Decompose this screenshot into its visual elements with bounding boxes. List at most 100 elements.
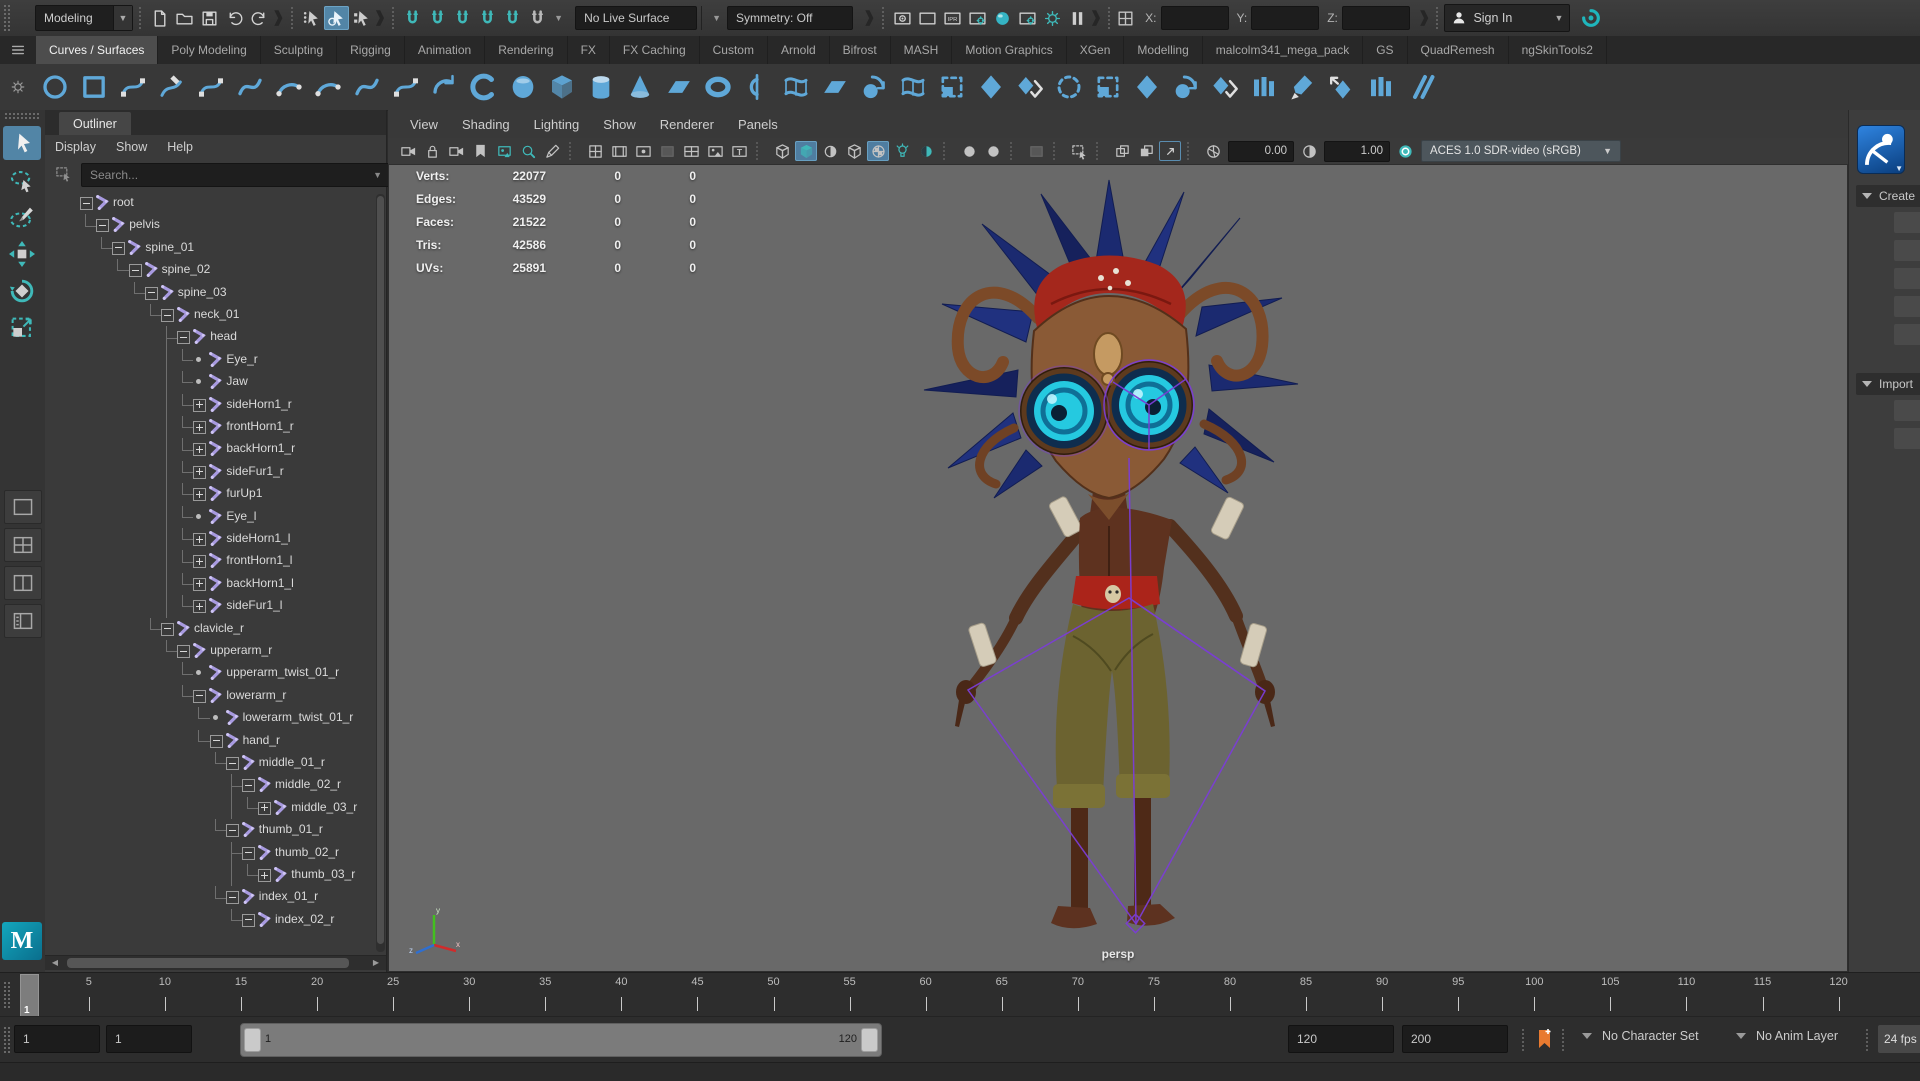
viewport-canvas[interactable]: Verts: 22077 0 0 Edges: 43529 0 0 Faces: 21522 0 0 T…: [388, 164, 1848, 972]
tree-row[interactable]: furUp1: [45, 483, 386, 506]
move-tool[interactable]: [3, 237, 41, 271]
range-start-handle[interactable]: [244, 1028, 261, 1052]
tree-row[interactable]: neck_01: [45, 304, 386, 326]
multisample-icon[interactable]: [1025, 141, 1047, 161]
tree-expand-icon[interactable]: [193, 533, 207, 546]
tree-row[interactable]: root: [45, 192, 386, 214]
tree-row[interactable]: lowerarm_r: [45, 684, 386, 707]
snap-curve-icon[interactable]: [425, 6, 450, 30]
tree-expand-icon[interactable]: [258, 869, 272, 882]
render-view-icon[interactable]: [890, 6, 915, 30]
component-grid-icon[interactable]: [1116, 9, 1135, 28]
tree-row[interactable]: pelvis: [45, 214, 386, 236]
tree-row[interactable]: frontHorn1_r: [45, 416, 386, 439]
viewport-menu-lighting[interactable]: Lighting: [522, 117, 592, 132]
bounding-box-icon[interactable]: [819, 141, 841, 161]
tree-expand-icon[interactable]: [193, 555, 207, 569]
gamma-icon[interactable]: [1298, 141, 1320, 161]
tree-collapse-icon[interactable]: [225, 757, 239, 770]
bezier-curve-tool-icon[interactable]: [231, 68, 269, 106]
tree-collapse-icon[interactable]: [209, 734, 223, 748]
tree-collapse-icon[interactable]: [225, 824, 239, 838]
outliner-hscrollbar[interactable]: ◀ ▶: [45, 955, 386, 970]
tree-collapse-icon[interactable]: [80, 197, 93, 210]
revolve-icon[interactable]: [738, 68, 776, 106]
tree-expand-icon[interactable]: [193, 398, 207, 412]
grease-pencil-icon[interactable]: [541, 141, 563, 161]
tree-row[interactable]: upperarm_twist_01_r: [45, 662, 386, 684]
shelf-tab-animation[interactable]: Animation: [405, 36, 486, 64]
xray-icon[interactable]: [1111, 141, 1133, 161]
tree-row[interactable]: Jaw: [45, 371, 386, 394]
gate-mask-icon[interactable]: [656, 141, 678, 161]
viewport-menu-show[interactable]: Show: [591, 117, 648, 132]
field-chart-icon[interactable]: [680, 141, 702, 161]
nurbs-cylinder-icon[interactable]: [582, 68, 620, 106]
bookmark-add-icon[interactable]: [1536, 1027, 1554, 1051]
undo-icon[interactable]: [222, 6, 247, 30]
panel-button[interactable]: [1894, 400, 1920, 421]
character-set-dropdown[interactable]: No Character Set: [1602, 1029, 1699, 1043]
rebuild-surface-icon[interactable]: [1362, 68, 1400, 106]
shelf-tab-poly-modeling[interactable]: Poly Modeling: [158, 36, 261, 64]
boundary-icon[interactable]: [933, 68, 971, 106]
outliner-menu-display[interactable]: Display: [45, 140, 106, 154]
tree-expand-icon[interactable]: [193, 488, 207, 502]
tree-row[interactable]: thumb_02_r: [45, 841, 386, 864]
shelf-tab-fx-caching[interactable]: FX Caching: [610, 36, 700, 64]
section-header-import[interactable]: Import: [1856, 373, 1920, 395]
booleans-icon[interactable]: [1401, 68, 1439, 106]
panel-button[interactable]: [1894, 296, 1920, 317]
birail-icon[interactable]: [894, 68, 932, 106]
shelf-tab-gs[interactable]: GS: [1363, 36, 1408, 64]
ep-curve-tool-icon[interactable]: [192, 68, 230, 106]
gamma-field[interactable]: 1.00: [1324, 140, 1390, 162]
safe-title-icon[interactable]: T: [728, 141, 750, 161]
character-set-caret[interactable]: [1582, 1033, 1592, 1039]
shelf-tab-motion-graphics[interactable]: Motion Graphics: [952, 36, 1067, 64]
tree-row[interactable]: clavicle_r: [45, 617, 386, 640]
bookmark-icon[interactable]: [469, 141, 491, 161]
tree-expand-icon[interactable]: [258, 801, 272, 815]
select-component-icon[interactable]: [349, 6, 374, 30]
viewport-menu-shading[interactable]: Shading: [450, 117, 522, 132]
z-coord-field[interactable]: [1341, 6, 1410, 30]
exposure-icon[interactable]: [1202, 141, 1224, 161]
outliner-vscrollbar[interactable]: [376, 194, 385, 952]
outliner-persp-layout[interactable]: [4, 604, 42, 638]
snap-projected-center-icon[interactable]: [475, 6, 500, 30]
make-live-icon[interactable]: [525, 6, 550, 30]
sculpt-surfaces-tool-icon[interactable]: [1284, 68, 1322, 106]
tree-collapse-icon[interactable]: [112, 241, 126, 255]
panel-button[interactable]: [1894, 212, 1920, 233]
snap-view-plane-icon[interactable]: [500, 6, 525, 30]
tree-row[interactable]: index_02_r: [45, 908, 386, 931]
tree-row[interactable]: backHorn1_l: [45, 572, 386, 596]
time-slider-grip[interactable]: [3, 981, 11, 1009]
tree-row[interactable]: Eye_r: [45, 348, 386, 372]
panel-button[interactable]: [1894, 428, 1920, 449]
occlusion-icon[interactable]: [958, 141, 980, 161]
tree-row[interactable]: head: [45, 326, 386, 349]
tree-row[interactable]: spine_03: [45, 281, 386, 304]
tree-collapse-icon[interactable]: [242, 913, 255, 927]
tree-row[interactable]: hand_r: [45, 729, 386, 752]
tree-row[interactable]: frontHorn1_l: [45, 550, 386, 573]
interactive-shading-icon[interactable]: [1040, 6, 1065, 30]
three-point-arc-icon[interactable]: [270, 68, 308, 106]
tree-row[interactable]: upperarm_r: [45, 640, 386, 662]
nurbs-plane-icon[interactable]: [660, 68, 698, 106]
outliner-tab[interactable]: Outliner: [59, 112, 131, 135]
tree-row[interactable]: middle_03_r: [45, 796, 386, 820]
single-pane-layout[interactable]: [4, 490, 42, 524]
lock-camera-icon[interactable]: [421, 141, 443, 161]
two-pane-layout[interactable]: [4, 566, 42, 600]
panel-button[interactable]: [1894, 240, 1920, 261]
character-controls-icon[interactable]: ▼: [1857, 125, 1905, 174]
tree-collapse-icon[interactable]: [128, 264, 142, 278]
safe-action-icon[interactable]: [704, 141, 726, 161]
project-curve-icon[interactable]: [1167, 68, 1205, 106]
shelf-tab-arnold[interactable]: Arnold: [768, 36, 830, 64]
paint-select-tool[interactable]: [3, 200, 41, 234]
symmetry-field[interactable]: Symmetry: Off: [727, 6, 853, 30]
